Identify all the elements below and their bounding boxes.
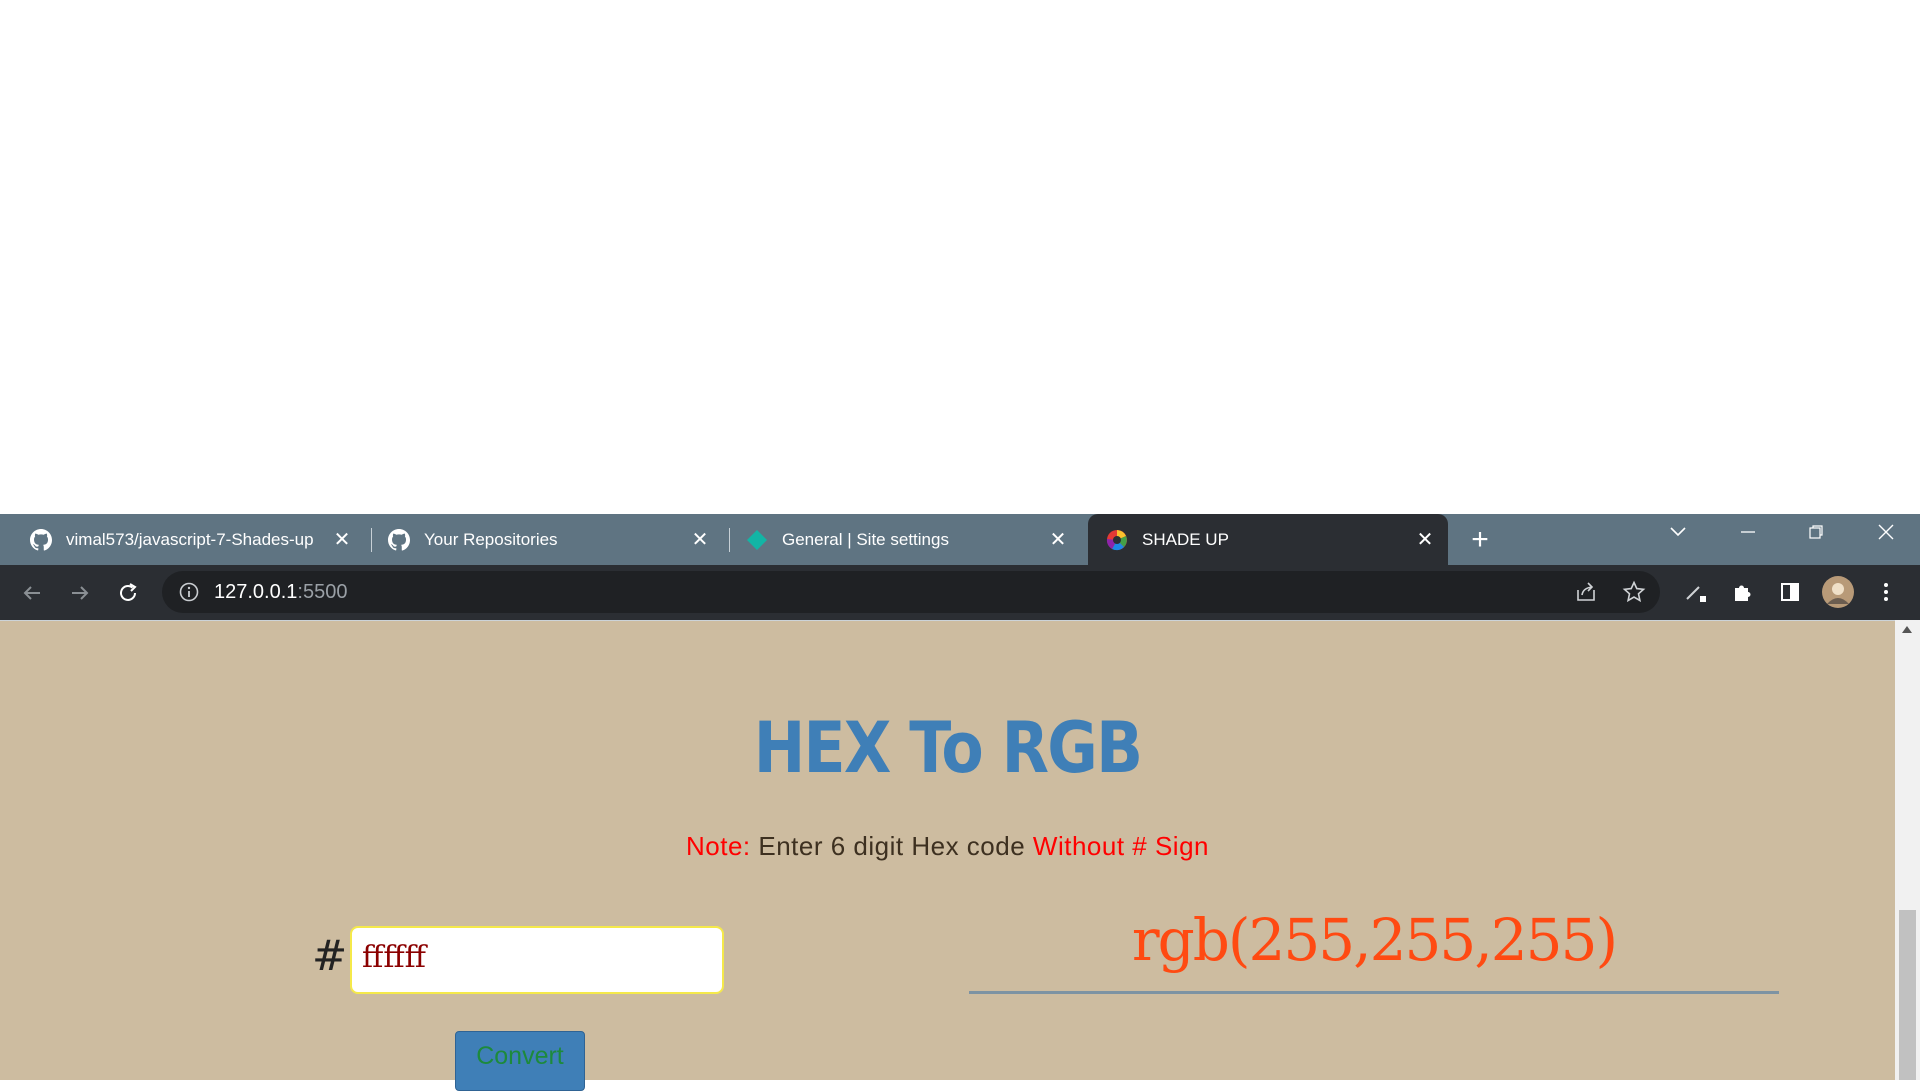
scroll-up-arrow-icon[interactable] bbox=[1902, 626, 1912, 633]
tab-title: vimal573/javascript-7-Shades-up bbox=[66, 529, 314, 549]
vertical-scrollbar[interactable] bbox=[1895, 620, 1920, 1080]
close-tab-icon[interactable]: ✕ bbox=[1414, 529, 1436, 551]
tab-title: SHADE UP bbox=[1142, 529, 1229, 549]
note-emphasis: Without # Sign bbox=[1032, 831, 1209, 861]
pen-extension-icon[interactable] bbox=[1680, 575, 1714, 609]
minimize-icon[interactable] bbox=[1718, 514, 1778, 554]
tab-github-shades-up[interactable]: vimal573/javascript-7-Shades-up ✕ bbox=[0, 514, 365, 565]
more-menu-icon[interactable] bbox=[1869, 575, 1903, 609]
page-title: HEX To RGB bbox=[753, 707, 1143, 789]
close-tab-icon[interactable]: ✕ bbox=[1047, 529, 1069, 551]
browser-toolbar: 127.0.0.1:5500 bbox=[0, 565, 1920, 620]
url-text: 127.0.0.1:5500 bbox=[214, 581, 347, 604]
tab-title: General | Site settings bbox=[782, 529, 949, 549]
hash-symbol: # bbox=[312, 931, 348, 980]
rgb-result: rgb(255,255,255) bbox=[1131, 906, 1618, 974]
tab-shade-up[interactable]: SHADE UP ✕ bbox=[1088, 514, 1448, 565]
back-button[interactable] bbox=[14, 575, 50, 611]
bookmark-star-icon[interactable] bbox=[1617, 575, 1651, 609]
note-text: Note: Enter 6 digit Hex code Without # S… bbox=[0, 831, 1895, 862]
convert-button[interactable]: Convert bbox=[455, 1031, 585, 1091]
github-icon bbox=[388, 528, 410, 551]
site-info-icon[interactable] bbox=[178, 581, 200, 608]
tab-your-repositories[interactable]: Your Repositories ✕ bbox=[358, 514, 723, 565]
color-wheel-icon bbox=[1106, 529, 1128, 551]
page-content: HEX To RGB Note: Enter 6 digit Hex code … bbox=[0, 620, 1895, 1091]
github-icon bbox=[30, 528, 52, 551]
new-tab-button[interactable]: + bbox=[1465, 525, 1495, 555]
note-label: Note: bbox=[685, 831, 751, 861]
share-icon[interactable] bbox=[1569, 575, 1603, 609]
side-panel-icon[interactable] bbox=[1773, 575, 1807, 609]
close-window-icon[interactable] bbox=[1856, 514, 1916, 554]
close-tab-icon[interactable]: ✕ bbox=[689, 529, 711, 551]
tab-title: Your Repositories bbox=[424, 529, 558, 549]
url-port: :5500 bbox=[297, 581, 348, 603]
scrollbar-thumb[interactable] bbox=[1899, 910, 1916, 1080]
blank-area-above-browser bbox=[0, 0, 1920, 514]
tab-strip: vimal573/javascript-7-Shades-up ✕ Your R… bbox=[0, 514, 1920, 565]
note-body: Enter 6 digit Hex code bbox=[750, 831, 1033, 861]
close-tab-icon[interactable]: ✕ bbox=[331, 529, 353, 551]
hex-input[interactable]: ffffff bbox=[350, 926, 724, 994]
restore-icon[interactable] bbox=[1786, 514, 1846, 554]
extensions-puzzle-icon[interactable] bbox=[1726, 575, 1760, 609]
site-settings-icon bbox=[746, 529, 768, 551]
profile-avatar[interactable] bbox=[1821, 575, 1855, 609]
forward-button[interactable] bbox=[62, 575, 98, 611]
result-underline bbox=[969, 991, 1779, 994]
tab-site-settings[interactable]: General | Site settings ✕ bbox=[716, 514, 1081, 565]
tab-search-chevron-icon[interactable] bbox=[1648, 514, 1708, 554]
address-bar[interactable]: 127.0.0.1:5500 bbox=[162, 571, 1660, 613]
reload-button[interactable] bbox=[110, 575, 146, 611]
url-host: 127.0.0.1 bbox=[214, 581, 298, 603]
